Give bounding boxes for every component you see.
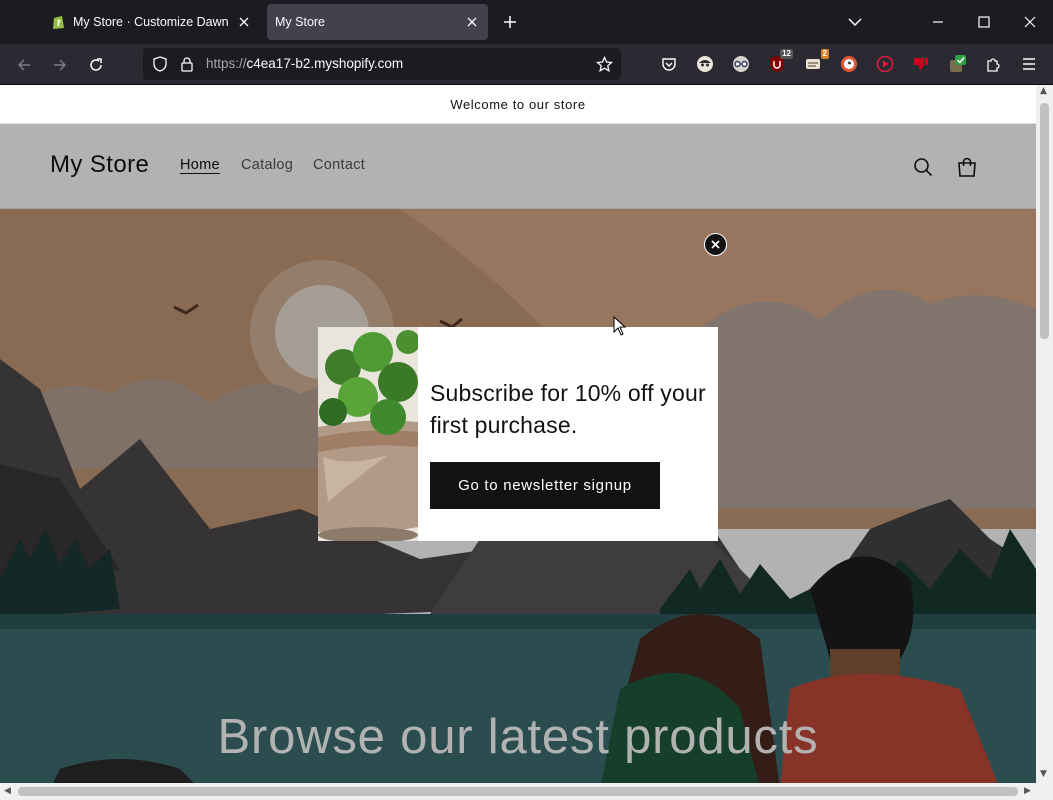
forward-button[interactable] xyxy=(47,52,73,78)
mouse-pointer-icon xyxy=(613,316,627,336)
announcement-text: Welcome to our store xyxy=(450,96,586,112)
maximize-button[interactable] xyxy=(970,8,998,36)
horizontal-scrollbar[interactable]: ◀ ▶ xyxy=(0,783,1053,800)
close-tab-icon[interactable] xyxy=(460,10,484,34)
reload-button[interactable] xyxy=(83,52,109,78)
back-button[interactable] xyxy=(11,52,37,78)
horizontal-scrollbar-thumb[interactable] xyxy=(18,787,1018,796)
scroll-left-icon[interactable]: ◀ xyxy=(4,786,11,796)
newsletter-popup: Subscribe for 10% off your first purchas… xyxy=(318,327,718,541)
tab-my-store[interactable]: My Store xyxy=(267,4,488,40)
extension-stack-icon[interactable]: 2 xyxy=(802,49,829,75)
popup-heading: Subscribe for 10% off your first purchas… xyxy=(430,380,706,438)
extension-avatar-icon[interactable] xyxy=(694,53,716,75)
bookmark-star-icon[interactable] xyxy=(595,55,613,73)
scroll-up-icon[interactable]: ▲ xyxy=(1040,86,1047,96)
address-bar[interactable]: https://c4ea17-b2.myshopify.com xyxy=(143,48,621,80)
extension-glasses-icon[interactable] xyxy=(730,53,752,75)
url-host: c4ea17-b2.myshopify.com xyxy=(246,56,404,71)
extension-play-icon[interactable] xyxy=(874,53,896,75)
ublock-icon[interactable]: 12 xyxy=(766,49,793,75)
close-tab-icon[interactable] xyxy=(232,10,256,34)
duckduckgo-icon[interactable] xyxy=(838,53,860,75)
extension-thumb-icon[interactable] xyxy=(910,53,932,75)
announcement-bar: Welcome to our store xyxy=(0,85,1036,124)
shopify-icon xyxy=(53,16,64,29)
tracking-protection-shield-icon[interactable] xyxy=(151,55,169,73)
new-tab-button[interactable] xyxy=(498,10,522,34)
vertical-scrollbar-thumb[interactable] xyxy=(1040,103,1049,339)
app-menu-icon[interactable] xyxy=(1018,53,1040,75)
extension-check-icon[interactable] xyxy=(946,53,968,75)
url-text: https://c4ea17-b2.myshopify.com xyxy=(206,56,403,71)
browser-tab-bar: My Store · Customize Dawn · Sh My Store xyxy=(0,0,1053,44)
vertical-scrollbar[interactable]: ▲ ▼ xyxy=(1036,85,1053,783)
close-window-button[interactable] xyxy=(1016,8,1044,36)
list-all-tabs-button[interactable] xyxy=(841,8,869,36)
browser-navigation-bar: https://c4ea17-b2.myshopify.com 12 2 xyxy=(0,44,1053,85)
tab-customize-dawn[interactable]: My Store · Customize Dawn · Sh xyxy=(44,4,260,40)
pocket-icon[interactable] xyxy=(658,53,680,75)
scroll-down-icon[interactable]: ▼ xyxy=(1040,769,1047,779)
lock-icon[interactable] xyxy=(178,55,196,73)
minimize-button[interactable] xyxy=(924,8,952,36)
extensions-puzzle-icon[interactable] xyxy=(982,53,1004,75)
stack-badge: 2 xyxy=(820,49,829,59)
newsletter-signup-button[interactable]: Go to newsletter signup xyxy=(430,462,660,509)
close-popup-icon[interactable] xyxy=(704,233,727,256)
tab-title: My Store xyxy=(275,15,326,29)
scroll-right-icon[interactable]: ▶ xyxy=(1024,786,1031,796)
page-viewport: Welcome to our store My Store Home Catal… xyxy=(0,85,1036,783)
tab-title: My Store · Customize Dawn · Sh xyxy=(73,15,232,29)
url-scheme: https:// xyxy=(206,56,247,71)
ublock-badge: 12 xyxy=(780,49,793,59)
plant-pot-image xyxy=(318,327,418,541)
